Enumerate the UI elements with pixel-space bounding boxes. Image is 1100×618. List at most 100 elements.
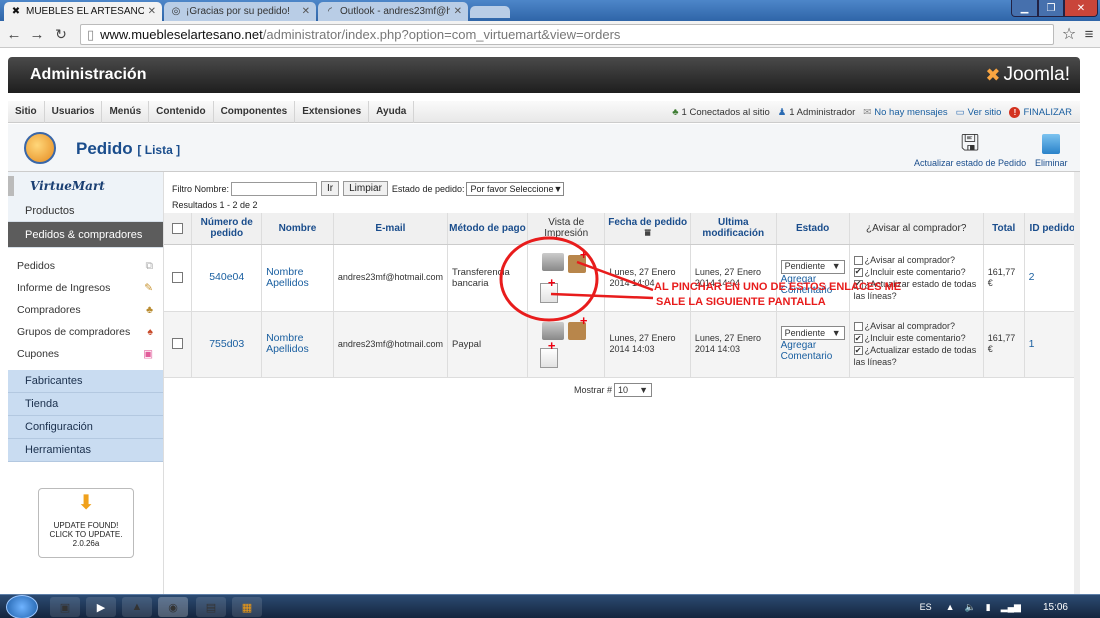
order-id-link[interactable]: 2	[1029, 271, 1035, 283]
notify-checkbox[interactable]	[853, 255, 863, 265]
printer-icon[interactable]	[541, 321, 564, 340]
order-number-link[interactable]: 755d03	[209, 338, 244, 350]
col-metodo[interactable]: Método de pago	[447, 213, 528, 245]
menu-componentes[interactable]: Componentes	[214, 100, 296, 123]
update-status-button[interactable]: 🖫 Actualizar estado de Pedido	[914, 132, 1026, 169]
row-checkbox[interactable]	[172, 338, 184, 350]
menu-ayuda[interactable]: Ayuda	[369, 100, 415, 123]
system-tray: ES ▲ 🔈 ▮ ▂▄▆ 15:06	[920, 595, 1100, 618]
col-fecha[interactable]: Fecha de pedido ⩸	[604, 213, 691, 245]
limit-select[interactable]: 10 ▼	[614, 383, 653, 397]
col-id[interactable]: ID pedido	[1024, 213, 1080, 245]
tab-outlook[interactable]: ◜ Outlook - andres23mf@h ✕	[318, 2, 468, 21]
add-comment-link[interactable]: Agregar Comentario	[781, 340, 833, 362]
filter-bar: Filtro Nombre: Ir Limpiar Estado de pedi…	[172, 181, 565, 196]
include-comment-checkbox[interactable]: ✔	[853, 334, 863, 344]
volume-icon[interactable]: 🔈	[965, 602, 976, 613]
include-comment-checkbox[interactable]: ✔	[853, 267, 863, 277]
view-site-link[interactable]: ▭ Ver sitio	[956, 107, 1002, 118]
sidebar-herramientas[interactable]: Herramientas	[8, 439, 163, 462]
close-window-button[interactable]: ✕	[1064, 0, 1098, 17]
taskbar-app-icon[interactable]: ▲	[122, 597, 152, 617]
forward-arrow-icon[interactable]: →	[28, 25, 46, 43]
sidebar-item-pedidos[interactable]: Pedidos ⧉	[8, 255, 163, 277]
update-lines-checkbox[interactable]: ✔	[853, 346, 863, 356]
customer-name-link[interactable]: Nombre Apellidos	[266, 332, 309, 355]
taskbar-explorer-icon[interactable]: ▣	[50, 597, 80, 617]
row-checkbox[interactable]	[172, 271, 184, 283]
sidebar-item-compradores[interactable]: Compradores ♣	[8, 299, 163, 321]
taskbar-media-icon[interactable]: ▶	[86, 597, 116, 617]
sidebar-item-informe[interactable]: Informe de Ingresos ✎	[8, 277, 163, 299]
messages-link[interactable]: ✉ No hay mensajes	[863, 107, 947, 118]
pages-icon: ⧉	[145, 259, 154, 272]
notify-checkbox[interactable]	[853, 322, 863, 332]
reload-icon[interactable]: ↻	[52, 25, 70, 43]
taskbar-paint-icon[interactable]: ▦	[232, 597, 262, 617]
delete-button[interactable]: Eliminar	[1035, 132, 1068, 168]
col-nombre[interactable]: Nombre	[261, 213, 334, 245]
globe-favicon-icon: ◎	[171, 6, 181, 17]
sidebar-collapse-icon[interactable]	[8, 176, 14, 196]
customer-name-link[interactable]: Nombre Apellidos	[266, 266, 309, 289]
sidebar-productos[interactable]: Productos	[8, 200, 163, 222]
maximize-button[interactable]: ❐	[1038, 0, 1064, 17]
start-button[interactable]	[6, 595, 38, 618]
pagination: Mostrar # 10 ▼	[574, 383, 653, 397]
menu-sitio[interactable]: Sitio	[8, 100, 45, 123]
menu-contenido[interactable]: Contenido	[149, 100, 214, 123]
joomla-favicon-icon: ✖	[11, 6, 21, 17]
menu-usuarios[interactable]: Usuarios	[45, 100, 103, 123]
admin-title: Administración	[30, 66, 147, 83]
col-ultima[interactable]: Ultima modificación	[690, 213, 777, 245]
network-icon[interactable]: ▮	[986, 602, 991, 613]
language-indicator[interactable]: ES	[920, 602, 932, 612]
minimize-button[interactable]: ▁	[1011, 0, 1038, 17]
clock[interactable]: 15:06	[1043, 602, 1068, 613]
col-total[interactable]: Total	[983, 213, 1025, 245]
sidebar-fabricantes[interactable]: Fabricantes	[8, 370, 163, 393]
sidebar-configuracion[interactable]: Configuración	[8, 416, 163, 439]
sidebar-item-cupones[interactable]: Cupones ▣	[8, 343, 163, 365]
sidebar-tienda[interactable]: Tienda	[8, 393, 163, 416]
menu-menus[interactable]: Menús	[102, 100, 150, 123]
bookmark-star-icon[interactable]: ☆	[1060, 25, 1078, 43]
reset-button[interactable]: Limpiar	[343, 181, 388, 196]
col-email[interactable]: E-mail	[333, 213, 449, 245]
virtuemart-logo-text: VirtueMart	[30, 179, 105, 193]
go-button[interactable]: Ir	[321, 181, 340, 196]
sidebar-item-grupos[interactable]: Grupos de compradores ♠	[8, 321, 163, 343]
close-tab-icon[interactable]: ✕	[148, 6, 156, 17]
col-estado[interactable]: Estado	[776, 213, 850, 245]
signal-icon[interactable]: ▂▄▆	[1001, 602, 1021, 613]
menu-extensiones[interactable]: Extensiones	[295, 100, 370, 123]
update-line1: UPDATE FOUND!	[53, 521, 119, 530]
back-arrow-icon[interactable]: ←	[5, 25, 23, 43]
update-notice[interactable]: ⬇ UPDATE FOUND! CLICK TO UPDATE. 2.0.26a	[38, 488, 134, 558]
url-field[interactable]: ▯ www.muebleselartesano.net/administrato…	[80, 24, 1054, 45]
logout-link[interactable]: ! FINALIZAR	[1009, 106, 1072, 118]
tab-gracias[interactable]: ◎ ¡Gracias por su pedido! ✕	[164, 2, 316, 21]
tray-arrow-icon[interactable]: ▲	[946, 602, 955, 612]
filter-name-input[interactable]	[231, 181, 318, 196]
printer-icon[interactable]	[541, 252, 564, 271]
tab-muebles[interactable]: ✖ MUEBLES EL ARTESANO - ✕	[4, 2, 162, 21]
close-tab-icon[interactable]: ✕	[302, 6, 310, 17]
taskbar-window-icon[interactable]: ▤	[196, 597, 226, 617]
taskbar-chrome-icon[interactable]: ◉	[158, 597, 188, 617]
status-select[interactable]: Pendiente ▼	[780, 326, 845, 340]
state-select[interactable]: Por favor Seleccione ▼	[466, 181, 565, 196]
new-tab-button[interactable]	[470, 6, 510, 18]
sidebar-pedidos-compradores[interactable]: Pedidos & compradores	[8, 222, 163, 248]
address-bar: ← → ↻ ▯ www.muebleselartesano.net/admini…	[0, 21, 1100, 48]
close-tab-icon[interactable]: ✕	[454, 6, 462, 17]
total-cell: 161,77 €	[983, 311, 1025, 378]
col-numero[interactable]: Número de pedido	[191, 213, 263, 245]
select-all-checkbox[interactable]	[172, 222, 184, 234]
scrollbar[interactable]	[1074, 172, 1080, 594]
update-line2: CLICK TO UPDATE.	[49, 530, 123, 539]
status-select[interactable]: Pendiente ▼	[780, 259, 845, 274]
menu-icon[interactable]: ≡	[1080, 25, 1098, 43]
order-id-link[interactable]: 1	[1029, 338, 1035, 350]
order-number-link[interactable]: 540e04	[209, 271, 244, 283]
